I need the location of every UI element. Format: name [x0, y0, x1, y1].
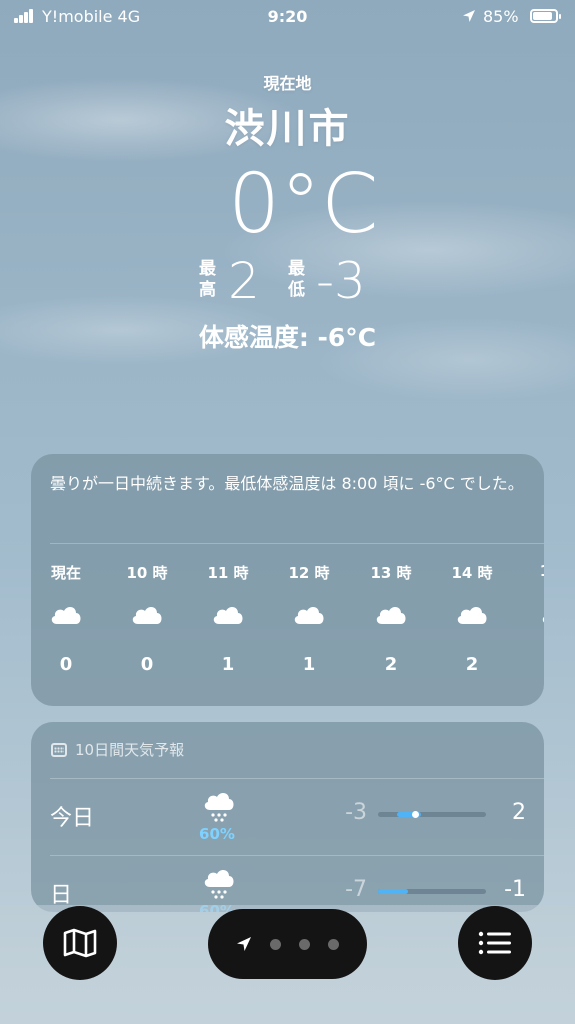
- location-label: 現在地: [263, 74, 312, 93]
- hour-label: 13 時: [370, 564, 412, 582]
- hour-label: 現在: [50, 564, 81, 582]
- page-indicator[interactable]: [208, 909, 367, 979]
- hour-label: 14 時: [451, 564, 493, 582]
- hour-item: 13 時 2: [361, 562, 421, 675]
- cloud-icon: [132, 607, 162, 624]
- temp-range-bar: [378, 811, 486, 818]
- current-temperature: 0°C: [228, 157, 379, 252]
- high-low-row: 最高 2 最低 -3: [0, 252, 575, 315]
- hour-temp: 2: [465, 654, 479, 675]
- calendar-icon: [51, 742, 67, 757]
- day-low: -3: [345, 800, 367, 825]
- hour-label: 12 時: [288, 564, 330, 582]
- page-dot: [270, 938, 281, 950]
- low-label: 最低: [288, 259, 305, 300]
- location-arrow-icon: [237, 937, 251, 951]
- day-high: -1: [504, 877, 526, 902]
- hour-item: 14 時 2: [442, 562, 502, 675]
- city-name: 渋川市: [224, 106, 351, 152]
- map-button[interactable]: [43, 906, 117, 980]
- ten-day-title: 10日間天気予報: [51, 739, 184, 760]
- hour-item: 1: [515, 562, 544, 654]
- hourly-list[interactable]: 現在 0 10 時 0 11 時 1 12 時 1 13 時 2 14 時 2: [31, 562, 544, 692]
- hour-item: 12 時 1: [279, 562, 339, 675]
- temp-range-bar: [378, 889, 486, 894]
- day-row[interactable]: 日 60% -7 -1: [31, 855, 544, 912]
- current-temp-row: 0°C: [0, 160, 575, 250]
- hour-temp: 1: [221, 654, 235, 675]
- feels-like: 体感温度: -6°C: [198, 323, 377, 352]
- ten-day-forecast-card[interactable]: 10日間天気予報 今日 60% -3 2 日 60% -7 -1: [31, 722, 544, 912]
- list-icon: [478, 931, 511, 955]
- hour-label: 1: [515, 562, 544, 586]
- snow-cloud-icon: [204, 870, 234, 899]
- hour-item: 10 時 0: [117, 562, 177, 675]
- location-services-icon: [463, 10, 475, 22]
- battery-percentage: 85%: [483, 7, 519, 26]
- day-high: 2: [512, 800, 526, 825]
- day-low: -7: [345, 877, 367, 902]
- map-icon: [63, 928, 97, 958]
- hour-item: 11 時 1: [198, 562, 258, 675]
- hour-temp: 2: [384, 654, 398, 675]
- hour-item: 現在 0: [36, 562, 96, 675]
- hour-temp: 1: [302, 654, 316, 675]
- low-temp: -3: [316, 252, 366, 310]
- snow-cloud-icon: [204, 793, 234, 822]
- page-dot: [328, 938, 339, 950]
- hour-label: 10 時: [126, 564, 168, 582]
- weather-header: 現在地 渋川市: [0, 70, 575, 154]
- hour-temp: 0: [140, 654, 154, 675]
- divider: [50, 543, 544, 544]
- day-row[interactable]: 今日 60% -3 2: [31, 778, 544, 856]
- page-dot: [299, 938, 310, 950]
- city-list-button[interactable]: [458, 906, 532, 980]
- hour-label: 11 時: [207, 564, 249, 582]
- high-label: 最高: [199, 259, 216, 300]
- cloud-icon: [294, 607, 324, 624]
- cloud-icon: [376, 607, 406, 624]
- cloud-icon: [213, 607, 243, 624]
- battery-icon: [530, 9, 561, 23]
- day-name: 今日: [50, 806, 95, 831]
- ten-day-title-label: 10日間天気予報: [75, 741, 185, 759]
- status-bar: Y!mobile 4G 9:20 85%: [0, 0, 575, 34]
- high-temp: 2: [228, 252, 260, 310]
- precip-chance: 60%: [199, 825, 235, 843]
- cloud-icon: [51, 607, 81, 624]
- battery-level: [533, 12, 552, 20]
- forecast-summary: 曇りが一日中続きます。最低体感温度は 8:00 頃に -6°C でした。: [50, 474, 524, 493]
- temp-range-fill: [378, 889, 409, 894]
- cloud-icon: [542, 617, 544, 623]
- hourly-forecast-card[interactable]: 曇りが一日中続きます。最低体感温度は 8:00 頃に -6°C でした。 現在 …: [31, 454, 544, 706]
- cloud-icon: [457, 607, 487, 624]
- hour-temp: 0: [59, 654, 73, 675]
